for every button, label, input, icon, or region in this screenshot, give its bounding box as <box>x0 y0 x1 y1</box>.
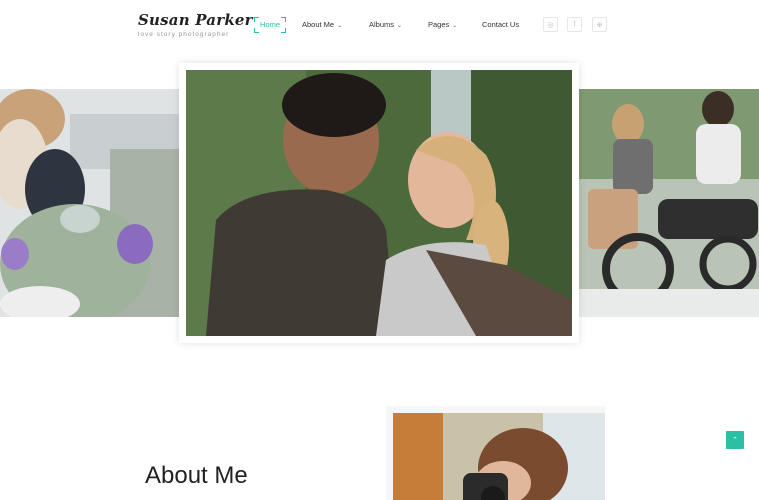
active-corner <box>254 17 259 22</box>
nav-item-contact[interactable]: Contact Us <box>482 17 519 33</box>
active-corner <box>281 28 286 33</box>
nav-item-albums[interactable]: Albums ⌄ <box>369 17 402 33</box>
logo-subtitle: love story photographer <box>138 31 230 38</box>
bride-bouquet-photo <box>0 89 180 317</box>
chevron-down-icon: ⌄ <box>397 23 403 29</box>
couple-waterfall-illustration <box>186 70 572 336</box>
couple-waterfall-photo <box>186 70 572 336</box>
dribbble-icon[interactable]: ⊕ <box>592 17 607 32</box>
nav-item-home[interactable]: Home <box>254 17 286 33</box>
couple-motorcycle-photo <box>578 89 759 317</box>
dribbble-glyph: ⊕ <box>596 21 603 29</box>
active-corner <box>281 17 286 22</box>
instagram-icon[interactable]: ◎ <box>543 17 558 32</box>
nav-about-label: About Me <box>302 20 335 29</box>
photographer-camera-photo <box>393 413 605 500</box>
nav-albums-label: Albums <box>369 20 395 29</box>
slide-previous[interactable] <box>0 89 180 317</box>
chevron-down-icon: ⌄ <box>337 23 343 29</box>
nav-contact-label: Contact Us <box>482 20 520 29</box>
arrow-up-icon: ⌃ <box>732 437 738 444</box>
scroll-to-top-button[interactable]: ⌃ <box>726 431 744 449</box>
instagram-glyph: ◎ <box>547 21 554 29</box>
facebook-glyph: f <box>573 21 576 28</box>
nav-home-label: Home <box>259 20 280 29</box>
active-corner <box>254 28 259 33</box>
site-logo[interactable]: Susan Parker love story photographer <box>138 11 253 38</box>
about-photo <box>393 413 605 500</box>
slide-current[interactable] <box>179 63 579 343</box>
nav-pages-label: Pages <box>428 20 450 29</box>
nav-item-about[interactable]: About Me ⌄ <box>302 17 342 33</box>
slide-next[interactable] <box>578 89 759 317</box>
facebook-icon[interactable]: f <box>567 17 582 32</box>
logo-title: Susan Parker <box>138 11 253 29</box>
about-heading: About Me <box>145 462 248 489</box>
chevron-down-icon: ⌄ <box>452 23 458 29</box>
nav-item-pages[interactable]: Pages ⌄ <box>428 17 457 33</box>
